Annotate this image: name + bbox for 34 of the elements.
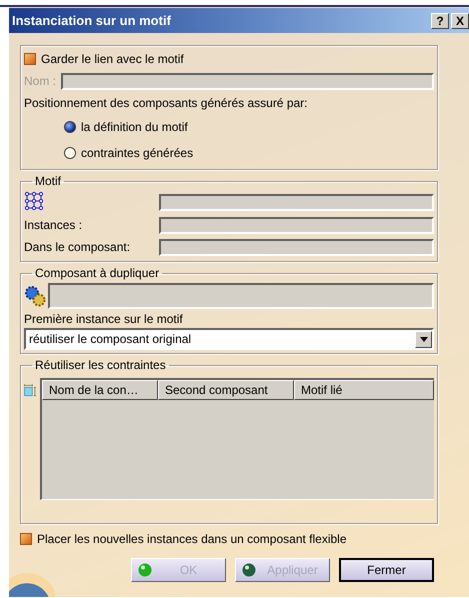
close-button[interactable]: Fermer	[339, 558, 434, 582]
field-label: Dans le composant:	[24, 240, 132, 254]
window-title: Instanciation sur un motif	[12, 14, 171, 28]
field-label: Nom :	[24, 74, 56, 88]
instances-field[interactable]	[159, 216, 434, 234]
group-legend: Réutiliser les contraintes	[32, 358, 169, 372]
sphere-icon	[138, 563, 152, 577]
dropdown-arrow-icon	[420, 336, 428, 342]
checkbox[interactable]	[24, 53, 36, 65]
field-label: Instances :	[24, 218, 84, 232]
close-button[interactable]: X	[451, 12, 469, 28]
group-legend: Composant à dupliquer	[32, 266, 162, 280]
grid-pattern-icon	[24, 190, 44, 210]
section-label: Positionnement des composants générés assuré par:	[24, 96, 308, 110]
help-button[interactable]: ?	[431, 12, 449, 28]
component-field[interactable]	[48, 283, 434, 309]
checkbox[interactable]	[20, 533, 32, 545]
radio-label: contraintes générées	[81, 146, 194, 160]
component-field[interactable]	[159, 238, 434, 256]
checkbox-label: Placer les nouvelles instances dans un composant flexible	[37, 532, 347, 546]
radio-button[interactable]	[64, 147, 76, 159]
column-header[interactable]: Motif lié	[294, 380, 434, 400]
radio-button[interactable]	[64, 121, 76, 133]
name-field[interactable]	[61, 72, 434, 90]
group-legend: Motif	[32, 174, 64, 188]
column-header[interactable]: Nom de la con…	[42, 380, 158, 400]
gears-icon	[24, 285, 46, 307]
checkbox-label: Garder le lien avec le motif	[41, 52, 184, 66]
sphere-icon	[242, 563, 256, 577]
field-label: Première instance sur le motif	[24, 312, 183, 326]
column-header[interactable]: Second composant	[158, 380, 294, 400]
radio-label: la définition du motif	[81, 120, 188, 134]
motif-field[interactable]	[159, 194, 434, 210]
dropdown-value: réutiliser le composant original	[29, 332, 192, 346]
